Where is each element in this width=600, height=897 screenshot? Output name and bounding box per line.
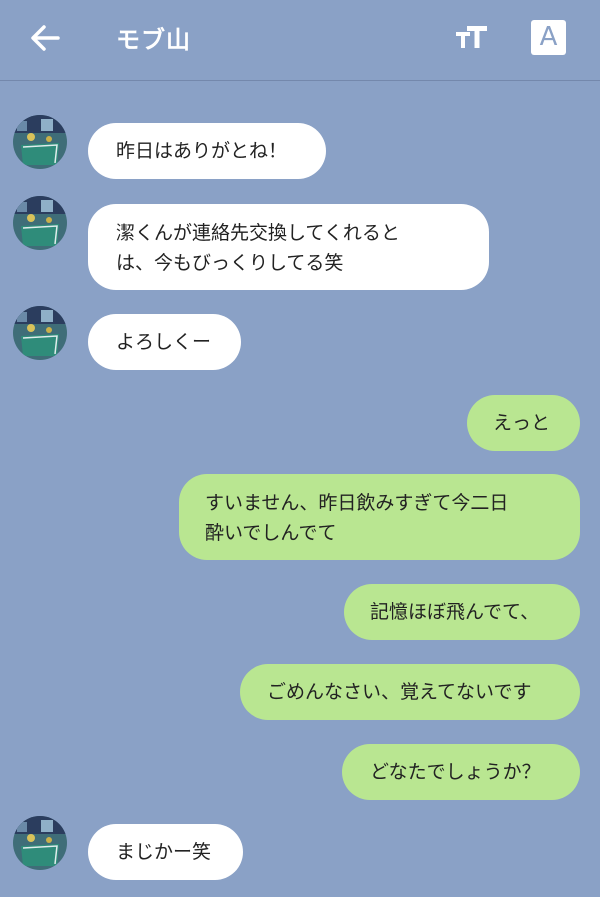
message-bubble-outgoing: ごめんなさい、覚えてないです bbox=[240, 664, 580, 720]
chat-header: モブ山 A bbox=[0, 0, 600, 81]
font-size-icon bbox=[456, 26, 487, 48]
translate-icon: A bbox=[539, 22, 558, 52]
message-bubble-incoming: 潔くんが連絡先交換してくれると は、今もびっくりしてる笑 bbox=[88, 204, 489, 290]
font-size-button[interactable] bbox=[452, 20, 492, 56]
back-arrow-icon bbox=[31, 25, 60, 51]
avatar-image bbox=[13, 196, 67, 250]
avatar-image bbox=[13, 306, 67, 360]
avatar[interactable] bbox=[13, 115, 67, 169]
chat-title: モブ山 bbox=[116, 26, 191, 54]
message-bubble-outgoing: えっと bbox=[467, 395, 580, 451]
back-button[interactable] bbox=[26, 20, 66, 56]
message-bubble-outgoing: 記憶ほぼ飛んでて、 bbox=[344, 584, 580, 640]
avatar-image bbox=[13, 816, 67, 870]
translate-button[interactable]: A bbox=[531, 20, 566, 55]
message-bubble-incoming: まじかー笑 bbox=[88, 824, 243, 880]
message-bubble-outgoing: どなたでしょうか？ bbox=[342, 744, 580, 800]
avatar[interactable] bbox=[13, 196, 67, 250]
message-bubble-outgoing: すいません、昨日飲みすぎて今二日 酔いでしんでて bbox=[179, 474, 580, 560]
avatar[interactable] bbox=[13, 306, 67, 360]
avatar-image bbox=[13, 115, 67, 169]
message-bubble-incoming: 昨日はありがとね！ bbox=[88, 123, 326, 179]
avatar[interactable] bbox=[13, 816, 67, 870]
message-bubble-incoming: よろしくー bbox=[88, 314, 241, 370]
